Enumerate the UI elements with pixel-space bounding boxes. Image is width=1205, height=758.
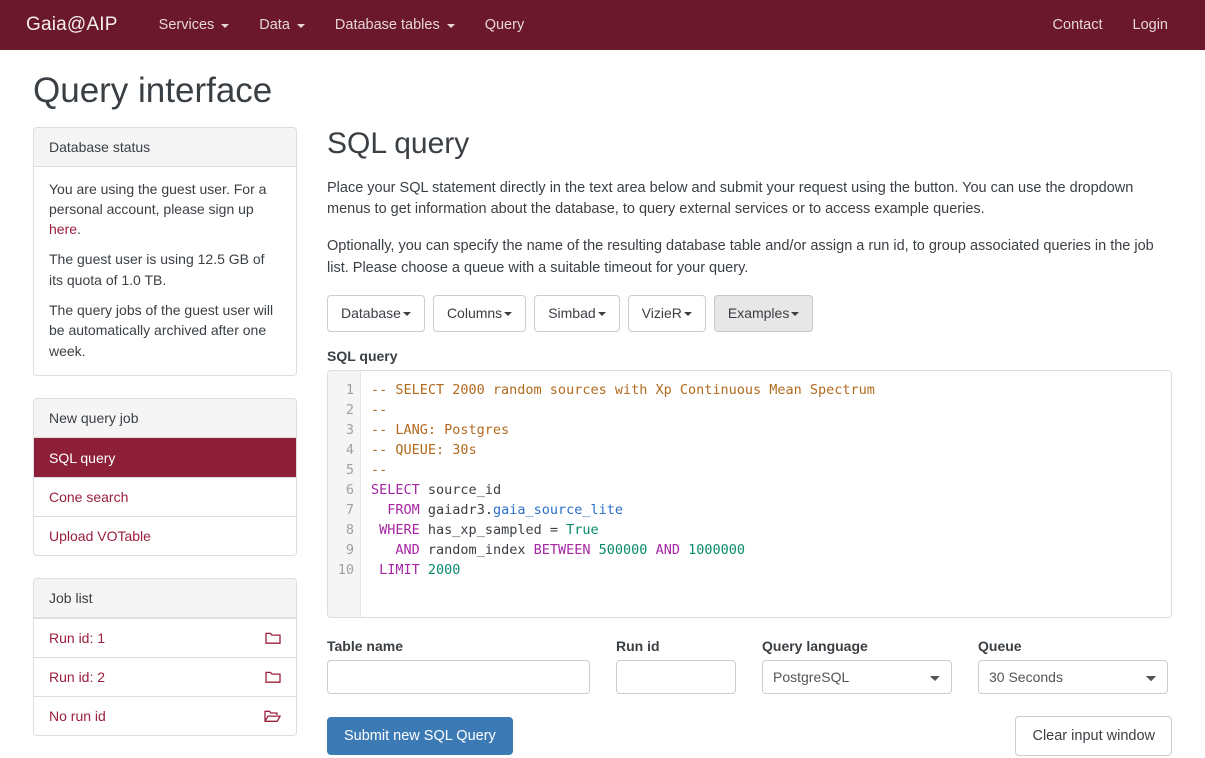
guest-user-message: You are using the guest user. For a pers… — [49, 179, 281, 240]
guest-user-text-after: . — [77, 221, 81, 238]
job-list: Run id: 1 Run id: 2 No run id — [34, 617, 296, 735]
queue-label: Queue — [978, 637, 1022, 654]
new-query-job-panel: New query job SQL query Cone search Uplo… — [33, 397, 297, 556]
query-toolbar: Database Columns Simbad VizieR Examples — [327, 295, 1172, 332]
secondary-nav: Contact Login — [1038, 2, 1183, 48]
database-status-heading: Database status — [34, 127, 296, 167]
quota-message: The guest user is using 12.5 GB of its q… — [49, 251, 265, 288]
top-navbar: Gaia@AIP Services Data Database tables Q… — [0, 0, 1205, 50]
queue-field-group: Queue 30 Seconds — [978, 638, 1168, 694]
database-dropdown-button[interactable]: Database — [327, 295, 425, 332]
job-list-item-no-run-id-label: No run id — [49, 707, 106, 724]
examples-dropdown-label: Examples — [727, 305, 790, 322]
folder-open-icon[interactable] — [264, 709, 281, 723]
database-dropdown-label: Database — [341, 305, 401, 322]
chevron-down-icon — [402, 312, 411, 317]
nav-item-services[interactable]: Services — [144, 2, 245, 48]
chevron-down-icon — [296, 24, 305, 28]
job-list-panel: Job list Run id: 1 Run id: 2 No run id — [33, 577, 297, 736]
vizier-dropdown-button[interactable]: VizieR — [627, 295, 706, 332]
archive-message: The query jobs of the guest user will be… — [49, 301, 274, 359]
job-list-item-run-2-label: Run id: 2 — [49, 668, 106, 685]
action-row: Submit new SQL Query Clear input window — [327, 715, 1172, 757]
chevron-down-icon — [221, 24, 230, 28]
nav-item-database-tables-label: Database tables — [334, 17, 440, 33]
editor-line-numbers: 1 2 3 4 5 6 7 8 9 10 — [328, 370, 361, 617]
sidebar-item-upload-votable-label: Upload VOTable — [49, 527, 151, 544]
nav-item-query-label: Query — [484, 17, 525, 33]
intro-paragraph-1: Place your SQL statement directly in the… — [327, 179, 1134, 217]
page-layout: Database status You are using the guest … — [0, 126, 1205, 758]
folder-closed-icon[interactable] — [265, 631, 281, 645]
vizier-dropdown-label: VizieR — [641, 305, 682, 322]
intro-paragraph-2: Optionally, you can specify the name of … — [327, 238, 1154, 276]
run-id-field-group: Run id — [616, 638, 736, 694]
columns-dropdown-label: Columns — [446, 305, 503, 322]
editor-code-area[interactable]: -- SELECT 2000 random sources with Xp Co… — [361, 371, 1171, 617]
job-list-heading: Job list — [34, 578, 296, 618]
chevron-down-icon — [683, 312, 692, 317]
job-list-item-no-run-id[interactable]: No run id — [34, 695, 296, 735]
query-language-field-group: Query language PostgreSQL — [762, 638, 952, 694]
signup-here-link[interactable]: here — [49, 221, 77, 237]
chevron-down-icon — [791, 312, 800, 317]
nav-item-login[interactable]: Login — [1118, 2, 1183, 48]
nav-item-contact[interactable]: Contact — [1038, 2, 1118, 48]
sidebar-item-upload-votable[interactable]: Upload VOTable — [34, 515, 296, 555]
main-content: SQL query Place your SQL statement direc… — [297, 127, 1172, 757]
sidebar-item-sql-query[interactable]: SQL query — [34, 437, 296, 477]
nav-item-services-label: Services — [158, 17, 215, 33]
query-options-form: Table name Run id Query language Postgre… — [327, 638, 1172, 694]
database-status-panel: Database status You are using the guest … — [33, 126, 297, 376]
guest-user-text-before: You are using the guest user. For a pers… — [49, 180, 267, 217]
job-list-item-run-1[interactable]: Run id: 1 — [34, 617, 296, 657]
chevron-down-icon — [446, 24, 455, 28]
table-name-label: Table name — [327, 637, 403, 654]
table-name-input[interactable] — [327, 659, 590, 694]
simbad-dropdown-button[interactable]: Simbad — [534, 295, 620, 332]
nav-item-data-label: Data — [259, 17, 290, 33]
sql-query-editor-label: SQL query — [327, 347, 398, 364]
run-id-input[interactable] — [616, 659, 736, 694]
database-status-body: You are using the guest user. For a pers… — [34, 167, 296, 375]
examples-dropdown-button[interactable]: Examples — [713, 295, 814, 332]
job-list-item-run-1-label: Run id: 1 — [49, 629, 106, 646]
table-name-field-group: Table name — [327, 638, 590, 694]
chevron-down-icon — [504, 312, 513, 317]
folder-closed-icon[interactable] — [265, 670, 281, 684]
sidebar-item-sql-query-label: SQL query — [49, 449, 116, 466]
section-title: SQL query — [327, 126, 470, 160]
simbad-dropdown-label: Simbad — [548, 305, 596, 322]
primary-nav: Services Data Database tables Query — [144, 2, 540, 48]
chevron-down-icon — [597, 312, 606, 317]
sidebar-item-cone-search-label: Cone search — [49, 488, 129, 505]
columns-dropdown-button[interactable]: Columns — [432, 295, 527, 332]
new-query-job-list: SQL query Cone search Upload VOTable — [34, 437, 296, 555]
query-language-select[interactable]: PostgreSQL — [762, 659, 952, 694]
page-title: Query interface — [33, 71, 273, 110]
nav-item-query[interactable]: Query — [470, 2, 540, 48]
job-list-item-run-2[interactable]: Run id: 2 — [34, 656, 296, 696]
clear-input-button[interactable]: Clear input window — [1015, 715, 1172, 757]
query-language-label: Query language — [762, 637, 868, 654]
sql-query-editor[interactable]: 1 2 3 4 5 6 7 8 9 10 -- SELECT 2000 rand… — [327, 369, 1172, 618]
brand-logo[interactable]: Gaia@AIP — [26, 14, 118, 36]
submit-query-button[interactable]: Submit new SQL Query — [327, 716, 513, 755]
queue-select[interactable]: 30 Seconds — [978, 659, 1168, 694]
nav-item-data[interactable]: Data — [244, 2, 320, 48]
run-id-label: Run id — [616, 637, 660, 654]
new-query-job-heading: New query job — [34, 398, 296, 438]
sidebar-item-cone-search[interactable]: Cone search — [34, 476, 296, 516]
sidebar: Database status You are using the guest … — [33, 126, 297, 758]
nav-item-database-tables[interactable]: Database tables — [320, 2, 470, 48]
